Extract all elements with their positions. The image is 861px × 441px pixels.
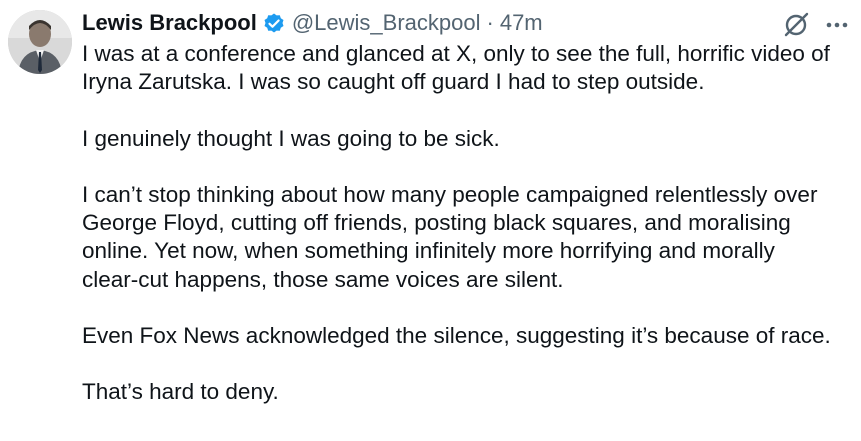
- tweet-paragraph: That’s hard to deny.: [82, 378, 852, 406]
- author-handle[interactable]: @Lewis_Brackpool: [292, 8, 481, 38]
- verified-badge-icon[interactable]: [262, 11, 286, 35]
- tweet-paragraph: Even Fox News acknowledged the silence, …: [82, 322, 852, 350]
- avatar-photo-icon: [8, 10, 72, 74]
- author-display-name[interactable]: Lewis Brackpool: [82, 8, 257, 38]
- text-line: I can’t stop thinking about how many peo…: [82, 181, 818, 207]
- tweet-text: I was at a conference and glanced at X, …: [82, 40, 852, 407]
- separator-dot: ·: [486, 10, 494, 35]
- tweet-paragraph: I was at a conference and glanced at X, …: [82, 40, 852, 96]
- text-line: online. Yet now, when something infinite…: [82, 238, 775, 264]
- text-line: clear-cut happens, those same voices are…: [82, 266, 564, 292]
- tweet-paragraph: I genuinely thought I was going to be si…: [82, 125, 852, 153]
- tweet-header: Lewis Brackpool @Lewis_Brackpool · 47m: [82, 8, 543, 38]
- tweet-card[interactable]: Lewis Brackpool @Lewis_Brackpool · 47m I…: [0, 0, 861, 441]
- tweet-paragraph: I can’t stop thinking about how many peo…: [82, 181, 852, 294]
- text-line: That’s hard to deny.: [82, 379, 279, 405]
- text-line: George Floyd, cutting off friends, posti…: [82, 210, 791, 236]
- more-options-icon[interactable]: [823, 11, 851, 39]
- text-line: Iryna Zarutska. I was so caught off guar…: [82, 69, 705, 95]
- avatar[interactable]: [8, 10, 72, 74]
- grok-icon[interactable]: [781, 10, 811, 40]
- header-actions: [781, 10, 851, 40]
- timestamp[interactable]: 47m: [500, 8, 543, 38]
- text-line: Even Fox News acknowledged the silence, …: [82, 322, 831, 348]
- text-line: I genuinely thought I was going to be si…: [82, 125, 500, 151]
- text-line: I was at a conference and glanced at X, …: [82, 41, 830, 66]
